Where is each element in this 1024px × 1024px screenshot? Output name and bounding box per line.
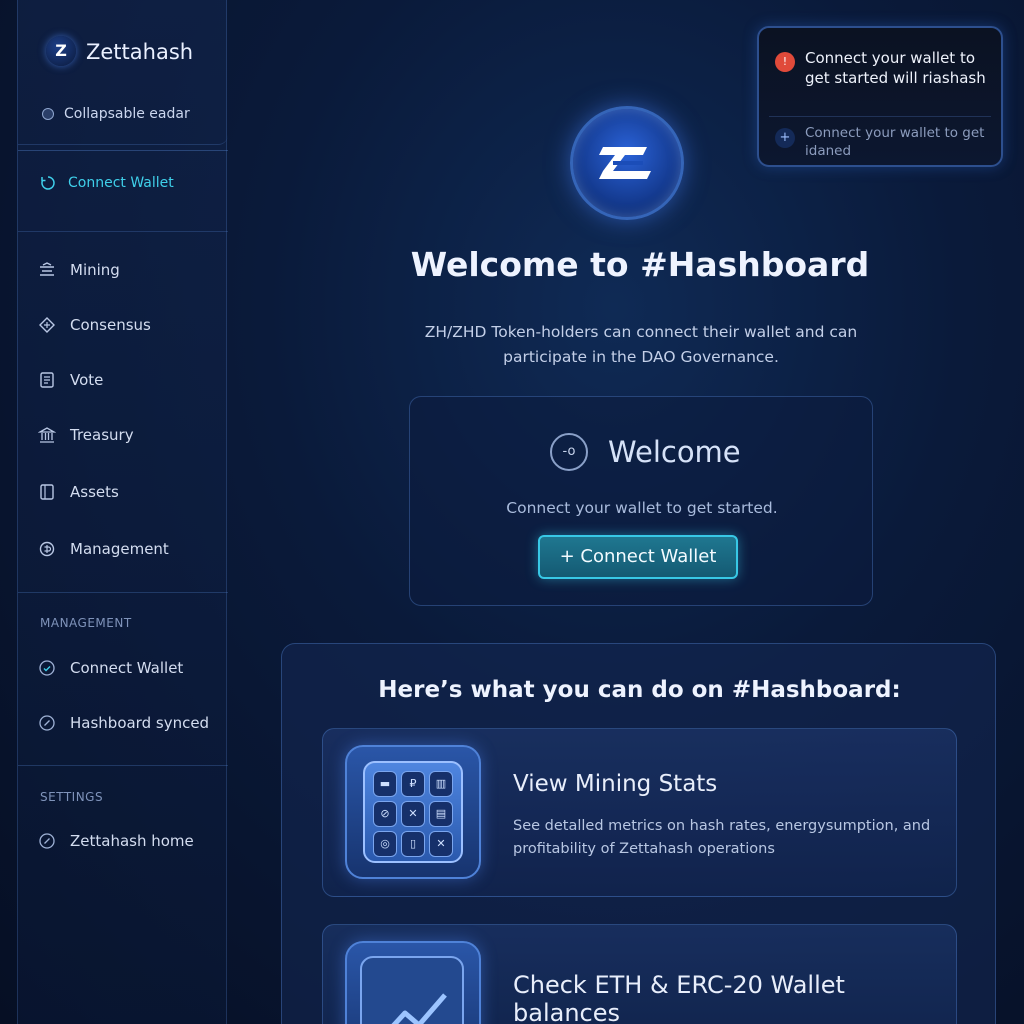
toast-divider bbox=[769, 116, 991, 117]
welcome-card-title: Welcome bbox=[608, 435, 741, 469]
sidebar-item-label: Zettahash home bbox=[70, 832, 194, 850]
sidebar-item-zettahash-home[interactable]: Zettahash home bbox=[38, 832, 194, 850]
sidebar-divider bbox=[18, 765, 228, 766]
sidebar-item-consensus[interactable]: Consensus bbox=[38, 316, 151, 334]
features-heading: Here’s what you can do on #Hashboard: bbox=[378, 677, 901, 703]
trend-chart-icon bbox=[345, 941, 481, 1024]
check-circle-icon bbox=[39, 833, 55, 849]
brand-header: Z Zettahash Collapsable eadar bbox=[18, 0, 228, 145]
sidebar-item-vote[interactable]: Vote bbox=[38, 371, 103, 389]
toast-secondary-row[interactable]: + Connect your wallet to get idaned bbox=[775, 124, 995, 160]
mining-icon bbox=[40, 262, 54, 276]
sidebar-item-label: Assets bbox=[70, 483, 119, 501]
features-panel: Here’s what you can do on #Hashboard: ▬ ₽… bbox=[281, 643, 996, 1024]
treasury-icon bbox=[38, 427, 56, 443]
circle-icon bbox=[42, 108, 54, 120]
sidebar-item-connect-wallet-2[interactable]: Connect Wallet bbox=[38, 659, 183, 677]
section-label-management: MANAGEMENT bbox=[40, 616, 132, 630]
toast-alert-row: ! Connect your wallet to get started wil… bbox=[775, 48, 995, 88]
connect-wallet-button[interactable]: + Connect Wallet bbox=[538, 535, 738, 579]
toast-message: Connect your wallet to get started will … bbox=[805, 49, 986, 87]
welcome-card: -o Welcome Connect your wallet to get st… bbox=[409, 396, 873, 606]
key-icon: -o bbox=[550, 433, 588, 471]
zettahash-logo-icon: Z bbox=[46, 36, 76, 66]
consensus-icon bbox=[39, 317, 55, 333]
feature-card-mining-stats[interactable]: ▬ ₽ ▥ ⊘ ✕ ▤ ◎ ▯ ✕ View Mining Stats See detall… bbox=[322, 728, 957, 897]
vote-icon bbox=[40, 372, 54, 388]
feature-card-wallet-balances[interactable]: Check ETH & ERC-20 Wallet balances bbox=[322, 924, 957, 1024]
sidebar: Z Zettahash Collapsable eadar Connect Wa… bbox=[17, 0, 228, 1024]
welcome-card-subtitle: Connect your wallet to get started. bbox=[506, 499, 778, 517]
wallet-section: Connect Wallet bbox=[18, 150, 228, 232]
zettahash-logo-icon bbox=[570, 106, 684, 220]
sidebar-item-mining[interactable]: Mining bbox=[38, 261, 120, 279]
check-circle-icon bbox=[39, 715, 55, 731]
sidebar-item-label: Connect Wallet bbox=[68, 175, 174, 191]
collapse-toggle[interactable]: Collapsable eadar bbox=[42, 106, 190, 122]
check-circle-icon bbox=[39, 660, 55, 676]
brand-name: Zettahash bbox=[86, 40, 194, 64]
sidebar-item-assets[interactable]: Assets bbox=[38, 483, 119, 501]
assets-icon bbox=[40, 484, 54, 500]
sidebar-item-hashboard-synced[interactable]: Hashboard synced bbox=[38, 714, 209, 732]
toast-secondary-message: Connect your wallet to get idaned bbox=[805, 125, 985, 159]
sidebar-item-label: Mining bbox=[70, 261, 120, 279]
sidebar-item-treasury[interactable]: Treasury bbox=[38, 426, 134, 444]
mining-stats-icon: ▬ ₽ ▥ ⊘ ✕ ▤ ◎ ▯ ✕ bbox=[345, 745, 481, 879]
feature-title: Check ETH & ERC-20 Wallet balances bbox=[513, 971, 845, 1024]
feature-description: See detalled metrics on hash rates, ener… bbox=[513, 818, 931, 857]
section-label-settings: SETTINGS bbox=[40, 790, 104, 804]
plus-icon: + bbox=[775, 128, 795, 148]
management-icon bbox=[39, 541, 55, 557]
sidebar-item-label: Consensus bbox=[70, 316, 151, 334]
sidebar-item-label: Connect Wallet bbox=[70, 659, 184, 677]
sidebar-divider bbox=[18, 592, 228, 593]
sidebar-item-label: Treasury bbox=[70, 426, 134, 444]
notification-toast[interactable]: ! Connect your wallet to get started wil… bbox=[757, 26, 1003, 167]
collapse-label: Collapsable eadar bbox=[64, 106, 190, 122]
sidebar-item-management[interactable]: Management bbox=[38, 540, 169, 558]
page-subtitle: ZH/ZHD Token-holders can connect their w… bbox=[424, 323, 858, 366]
alert-icon: ! bbox=[775, 52, 795, 72]
sidebar-item-label: Vote bbox=[70, 371, 104, 389]
page-title: Welcome to #Hashboard bbox=[410, 245, 870, 284]
refresh-icon bbox=[41, 176, 55, 190]
sidebar-item-connect-wallet[interactable]: Connect Wallet bbox=[40, 175, 174, 191]
sidebar-item-label: Management bbox=[70, 540, 169, 558]
sidebar-item-label: Hashboard synced bbox=[70, 714, 210, 732]
feature-title: View Mining Stats bbox=[513, 771, 718, 797]
